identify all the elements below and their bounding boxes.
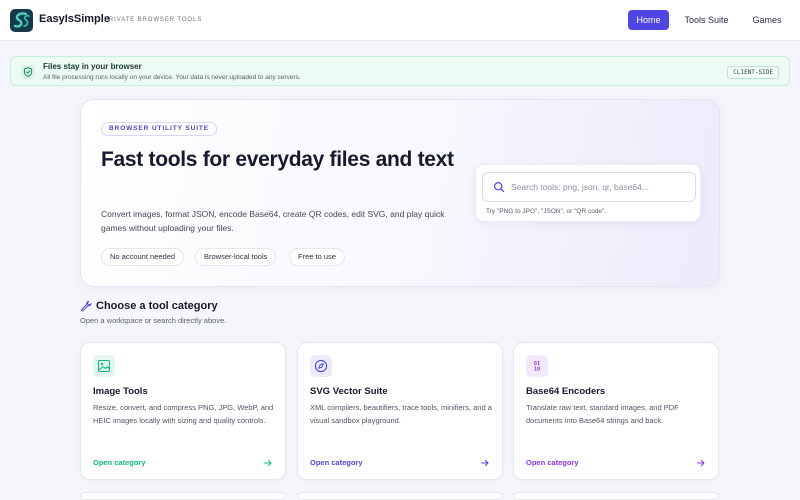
- feature-pill-browser-local: Browser-local tools: [195, 248, 277, 266]
- arrow-right-icon: [263, 458, 273, 468]
- card-title: SVG Vector Suite: [310, 386, 388, 397]
- hero-panel: BROWSER UTILITY SUITE Fast tools for eve…: [80, 99, 720, 287]
- section-title: Choose a tool category: [96, 300, 218, 312]
- open-category-link[interactable]: Open category: [93, 458, 146, 467]
- open-category-link[interactable]: Open category: [526, 458, 579, 467]
- brand-tagline: PRIVATE BROWSER TOOLS: [104, 17, 203, 23]
- binary-icon: 01 10: [526, 355, 548, 377]
- card-title: Image Tools: [93, 386, 148, 397]
- category-card-partial[interactable]: [513, 492, 719, 500]
- search-icon: [493, 181, 505, 193]
- category-card-partial[interactable]: [297, 492, 503, 500]
- category-card-base64-encoders[interactable]: 01 10 Base64 Encoders Translate raw text…: [513, 342, 719, 480]
- card-description: Translate raw text, standard images, and…: [526, 403, 679, 425]
- client-side-badge: CLIENT-SIDE: [727, 66, 779, 79]
- nav-games-button[interactable]: Games: [746, 10, 788, 30]
- card-description: Resize, convert, and compress PNG, JPG, …: [93, 403, 274, 425]
- search-panel: Try "PNG to JPG", "JSON", or "QR code".: [475, 164, 701, 222]
- search-hint: Try "PNG to JPG", "JSON", or "QR code".: [486, 208, 607, 215]
- compass-icon: [310, 355, 332, 377]
- search-box[interactable]: [482, 172, 696, 202]
- category-card-svg-vector-suite[interactable]: SVG Vector Suite XML compilers, beautifi…: [297, 342, 503, 480]
- hero-description: Convert images, format JSON, encode Base…: [101, 209, 445, 233]
- section-subtitle: Open a workspace or search directly abov…: [80, 316, 227, 325]
- card-description: XML compilers, beautifiers, trace tools,…: [310, 403, 492, 425]
- category-card-partial[interactable]: [80, 492, 286, 500]
- wrench-icon: [80, 300, 92, 312]
- privacy-banner: Files stay in your browser All file proc…: [10, 56, 790, 86]
- arrow-right-icon: [696, 458, 706, 468]
- card-title: Base64 Encoders: [526, 386, 606, 397]
- top-header: EasyIsSimple PRIVATE BROWSER TOOLS Home …: [0, 0, 800, 41]
- feature-pill-free: Free to use: [289, 248, 345, 266]
- hero-chip: BROWSER UTILITY SUITE: [101, 122, 218, 136]
- nav-home-button[interactable]: Home: [628, 10, 669, 30]
- category-card-image-tools[interactable]: Image Tools Resize, convert, and compres…: [80, 342, 286, 480]
- svg-text:10: 10: [534, 367, 540, 373]
- banner-title: Files stay in your browser: [43, 62, 142, 71]
- arrow-right-icon: [480, 458, 490, 468]
- open-category-link[interactable]: Open category: [310, 458, 363, 467]
- nav-tools-suite-button[interactable]: Tools Suite: [679, 10, 734, 30]
- banner-text: All file processing runs locally on your…: [43, 74, 301, 81]
- hero-title: Fast tools for everyday files and text: [101, 148, 454, 171]
- brand-name[interactable]: EasyIsSimple: [39, 13, 110, 25]
- image-icon: [93, 355, 115, 377]
- feature-pill-no-account: No account needed: [101, 248, 185, 266]
- search-input[interactable]: [511, 180, 691, 194]
- shield-check-icon: [21, 65, 35, 79]
- brand-logo-icon[interactable]: [10, 9, 33, 32]
